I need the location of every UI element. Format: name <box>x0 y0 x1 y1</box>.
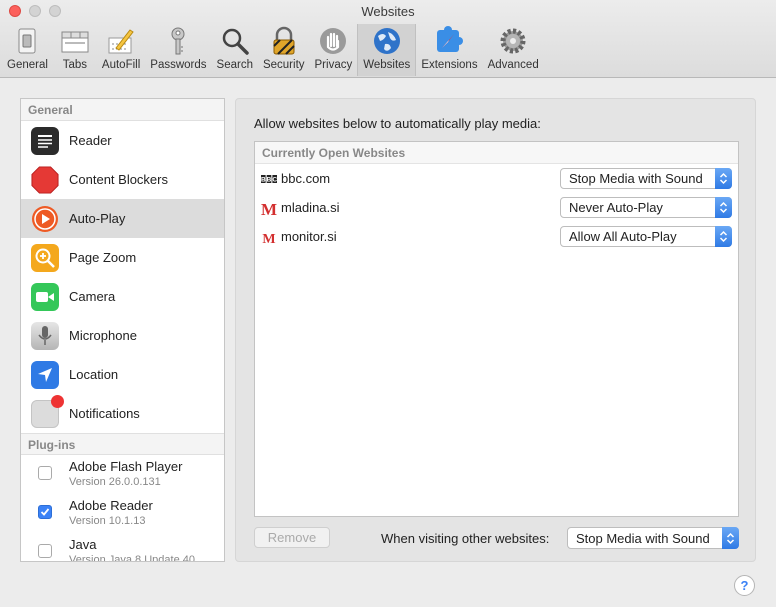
website-row[interactable]: M mladina.si Never Auto-Play <box>255 193 738 222</box>
plugin-name: Adobe Reader <box>69 498 153 513</box>
svg-text:B: B <box>261 176 266 183</box>
sidebar-item-content-blockers[interactable]: Content Blockers <box>21 160 224 199</box>
location-arrow-icon <box>31 360 59 389</box>
updown-chevron-icon <box>715 197 732 218</box>
magnifier-icon <box>218 24 252 58</box>
gear-icon <box>496 24 530 58</box>
plugin-name: Adobe Flash Player <box>69 459 183 474</box>
tab-advanced[interactable]: Advanced <box>483 24 544 76</box>
play-icon <box>31 205 59 233</box>
sidebar-item-page-zoom[interactable]: Page Zoom <box>21 238 224 277</box>
plugin-version: Version Java 8 Update 40 <box>69 554 195 562</box>
auto-play-setting-select[interactable]: Stop Media with Sound <box>560 168 732 189</box>
auto-play-setting-select[interactable]: Allow All Auto-Play <box>560 226 732 247</box>
other-websites-select[interactable]: Stop Media with Sound <box>567 527 739 549</box>
stop-sign-icon <box>31 165 59 194</box>
sidebar-item-camera[interactable]: Camera <box>21 277 224 316</box>
checkmark-icon <box>40 508 50 516</box>
selected-value: Allow All Auto-Play <box>569 229 677 244</box>
pencil-form-icon <box>104 24 138 58</box>
plugin-row-flash: Adobe Flash Player Version 26.0.0.131 <box>21 455 224 494</box>
tab-websites[interactable]: Websites <box>357 24 417 76</box>
plugin-checkbox[interactable] <box>38 505 52 519</box>
padlock-icon <box>267 24 301 58</box>
open-websites-list: Currently Open Websites BBC bbc.com Stop… <box>254 141 739 517</box>
updown-chevron-icon <box>715 168 732 189</box>
sidebar-item-label: Content Blockers <box>69 172 168 187</box>
selected-value: Never Auto-Play <box>569 200 663 215</box>
tab-tabs[interactable]: Tabs <box>53 24 97 76</box>
m-favicon: M <box>261 229 277 245</box>
website-name: bbc.com <box>281 171 331 186</box>
remove-button[interactable]: Remove <box>254 527 330 548</box>
plugin-row-java: Java Version Java 8 Update 40 <box>21 533 224 562</box>
camera-icon <box>31 282 59 311</box>
sidebar-plugins-header: Plug-ins <box>21 433 224 455</box>
updown-chevron-icon <box>722 527 739 549</box>
zoom-icon <box>31 243 59 272</box>
reader-icon <box>31 126 59 155</box>
svg-text:C: C <box>272 176 277 183</box>
help-button[interactable]: ? <box>734 575 755 596</box>
website-name: mladina.si <box>281 200 340 215</box>
sidebar-item-microphone[interactable]: Microphone <box>21 316 224 355</box>
plugin-name: Java <box>69 537 97 552</box>
selected-value: Stop Media with Sound <box>569 171 703 186</box>
puzzle-compass-icon <box>432 24 466 58</box>
sidebar-item-location[interactable]: Location <box>21 355 224 394</box>
list-header: Currently Open Websites <box>255 142 738 164</box>
svg-text:M: M <box>262 232 275 245</box>
sidebar-item-notifications[interactable]: Notifications <box>21 394 224 433</box>
preferences-toolbar: General Tabs AutoFill Passwords Search S… <box>2 24 544 76</box>
microphone-icon <box>31 321 59 350</box>
svg-text:B: B <box>267 176 272 183</box>
sidebar-item-reader[interactable]: Reader <box>21 121 224 160</box>
plugin-version: Version 10.1.13 <box>69 515 146 527</box>
updown-chevron-icon <box>715 226 732 247</box>
sidebar-item-label: Microphone <box>69 328 137 343</box>
website-name: monitor.si <box>281 229 337 244</box>
globe-icon <box>370 24 404 58</box>
other-websites-label: When visiting other websites: <box>381 531 550 546</box>
svg-text:M: M <box>261 200 277 216</box>
sidebar-item-label: Camera <box>69 289 116 304</box>
websites-sidebar: General Reader Content Blockers Auto-Pla… <box>20 98 225 562</box>
sidebar-general-header: General <box>21 99 224 121</box>
plugin-checkbox[interactable] <box>38 544 52 558</box>
tab-passwords[interactable]: Passwords <box>145 24 211 76</box>
sidebar-item-label: Auto-Play <box>69 211 126 226</box>
tab-privacy[interactable]: Privacy <box>310 24 358 76</box>
notifications-icon <box>31 394 64 428</box>
sidebar-item-label: Page Zoom <box>69 250 137 265</box>
m-favicon: M <box>261 200 277 216</box>
plugin-version: Version 26.0.0.131 <box>69 476 161 488</box>
bbc-favicon: BBC <box>261 171 277 187</box>
tab-extensions[interactable]: Extensions <box>416 24 482 76</box>
sidebar-item-auto-play[interactable]: Auto-Play <box>21 199 224 238</box>
auto-play-setting-select[interactable]: Never Auto-Play <box>560 197 732 218</box>
tab-security[interactable]: Security <box>258 24 310 76</box>
auto-play-pane: Allow websites below to automatically pl… <box>235 98 756 562</box>
website-row[interactable]: M monitor.si Allow All Auto-Play <box>255 222 738 251</box>
tab-autofill[interactable]: AutoFill <box>97 24 145 76</box>
tab-search[interactable]: Search <box>212 24 258 76</box>
sidebar-item-label: Location <box>69 367 119 382</box>
switch-icon <box>10 24 44 58</box>
key-icon <box>161 24 195 58</box>
sidebar-item-label: Notifications <box>69 406 140 421</box>
tab-general[interactable]: General <box>2 24 53 76</box>
hand-icon <box>316 24 350 58</box>
website-row[interactable]: BBC bbc.com Stop Media with Sound <box>255 164 738 193</box>
title-bar: Websites General Tabs AutoFill Passwords <box>0 0 776 78</box>
plugin-row-adobe-reader: Adobe Reader Version 10.1.13 <box>21 494 224 533</box>
selected-value: Stop Media with Sound <box>576 530 710 546</box>
plugin-checkbox[interactable] <box>38 466 52 480</box>
window-title: Websites <box>361 4 415 19</box>
auto-play-description: Allow websites below to automatically pl… <box>254 116 541 131</box>
notification-badge <box>51 394 64 408</box>
tabs-icon <box>58 24 92 58</box>
sidebar-item-label: Reader <box>69 133 112 148</box>
